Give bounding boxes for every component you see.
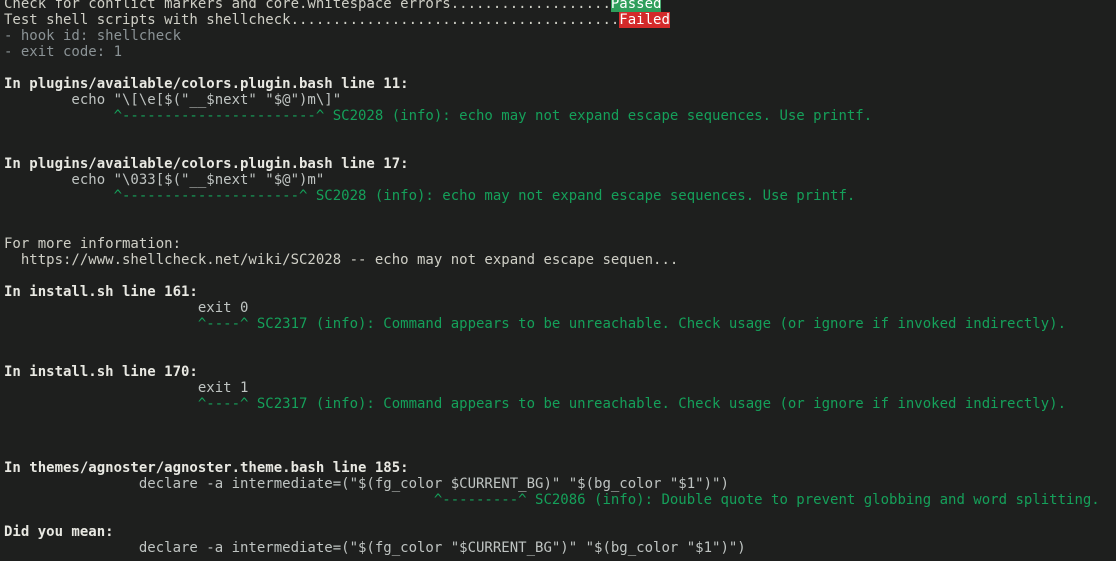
terminal-text: exit 0: [4, 300, 249, 316]
terminal-text: In install.sh line 170:: [4, 364, 198, 380]
terminal-line-sc2028-a-code: echo "\[\e[$("__$next" "$@")m\]": [0, 92, 341, 108]
terminal-text: In plugins/available/colors.plugin.bash …: [4, 156, 409, 172]
terminal-line-sc2317-b-code: exit 1: [0, 380, 249, 396]
terminal-line-sc2317-a-marker: ^----^ SC2317 (info): Command appears to…: [0, 316, 1066, 332]
terminal-line-blank-12: [0, 508, 4, 524]
terminal-text: - exit code: 1: [4, 44, 123, 60]
terminal-text: In plugins/available/colors.plugin.bash …: [4, 76, 409, 92]
status-badge: Passed: [610, 0, 662, 12]
status-badge: Failed: [619, 12, 670, 28]
terminal-text: declare -a intermediate=("$(fg_color $CU…: [4, 476, 729, 492]
terminal-line-hook-conflict-markers: Check for conflict markers and core.whit…: [0, 0, 662, 12]
terminal-line-blank-2: [0, 124, 4, 140]
terminal-line-blank-9: [0, 412, 4, 428]
terminal-text: https://www.shellcheck.net/wiki/SC2028 -…: [4, 252, 679, 268]
terminal-line-blank-13: [0, 556, 4, 561]
terminal-line-hook-shellcheck: Test shell scripts with shellcheck......…: [0, 12, 670, 28]
terminal-text: Check for conflict markers and core.whit…: [4, 0, 611, 12]
terminal-line-info-sc2028-url: https://www.shellcheck.net/wiki/SC2028 -…: [0, 252, 678, 268]
terminal-line-blank-3: [0, 140, 4, 156]
terminal-text: In install.sh line 161:: [4, 284, 198, 300]
terminal-line-info-sc2028-label: For more information:: [0, 236, 181, 252]
terminal-line-blank-5: [0, 220, 4, 236]
terminal-line-sc2317-a-header: In install.sh line 161:: [0, 284, 198, 300]
terminal-line-sc2028-a-header: In plugins/available/colors.plugin.bash …: [0, 76, 409, 92]
terminal-line-sc2086-marker: ^---------^ SC2086 (info): Double quote …: [0, 492, 1100, 508]
terminal-line-did-you-mean-label: Did you mean:: [0, 524, 114, 540]
terminal-line-sc2086-header: In themes/agnoster/agnoster.theme.bash l…: [0, 460, 409, 476]
terminal-line-blank-7: [0, 332, 4, 348]
terminal-text: echo "\[\e[$("__$next" "$@")m\]": [4, 92, 342, 108]
terminal-text: exit 1: [4, 380, 249, 396]
terminal-text: declare -a intermediate=("$(fg_color "$C…: [4, 540, 746, 556]
terminal-line-blank-8: [0, 348, 4, 364]
terminal-text: ^---------^ SC2086 (info): Double quote …: [4, 492, 1100, 508]
terminal-text: ^----^ SC2317 (info): Command appears to…: [4, 316, 1067, 332]
terminal-line-sc2317-b-header: In install.sh line 170:: [0, 364, 198, 380]
terminal-text: echo "\033[$("__$next" "$@")m": [4, 172, 325, 188]
terminal-text: ^-----------------------^ SC2028 (info):…: [4, 108, 873, 124]
terminal-line-sc2317-a-code: exit 0: [0, 300, 249, 316]
terminal-line-blank-6: [0, 268, 4, 284]
terminal-window[interactable]: Check for conflict markers and core.whit…: [0, 0, 1116, 561]
terminal-line-sc2317-b-marker: ^----^ SC2317 (info): Command appears to…: [0, 396, 1066, 412]
terminal-text: ^---------------------^ SC2028 (info): e…: [4, 188, 856, 204]
terminal-line-blank-11: [0, 444, 4, 460]
terminal-line-sc2028-b-header: In plugins/available/colors.plugin.bash …: [0, 156, 409, 172]
terminal-text: For more information:: [4, 236, 182, 252]
terminal-text: - hook id: shellcheck: [4, 28, 182, 44]
terminal-line-sc2028-b-code: echo "\033[$("__$next" "$@")m": [0, 172, 324, 188]
terminal-line-sc2028-b-marker: ^---------------------^ SC2028 (info): e…: [0, 188, 856, 204]
terminal-text: Did you mean:: [4, 524, 114, 540]
terminal-line-blank-10: [0, 428, 4, 444]
terminal-line-hook-id: - hook id: shellcheck: [0, 28, 181, 44]
terminal-line-exit-code: - exit code: 1: [0, 44, 122, 60]
terminal-line-blank-1: [0, 60, 4, 76]
terminal-text: In themes/agnoster/agnoster.theme.bash l…: [4, 460, 409, 476]
terminal-line-sc2086-code: declare -a intermediate=("$(fg_color $CU…: [0, 476, 729, 492]
terminal-line-sc2028-a-marker: ^-----------------------^ SC2028 (info):…: [0, 108, 873, 124]
terminal-line-blank-4: [0, 204, 4, 220]
terminal-text: Test shell scripts with shellcheck......…: [4, 12, 620, 28]
terminal-text: ^----^ SC2317 (info): Command appears to…: [4, 396, 1067, 412]
terminal-line-did-you-mean-code: declare -a intermediate=("$(fg_color "$C…: [0, 540, 746, 556]
